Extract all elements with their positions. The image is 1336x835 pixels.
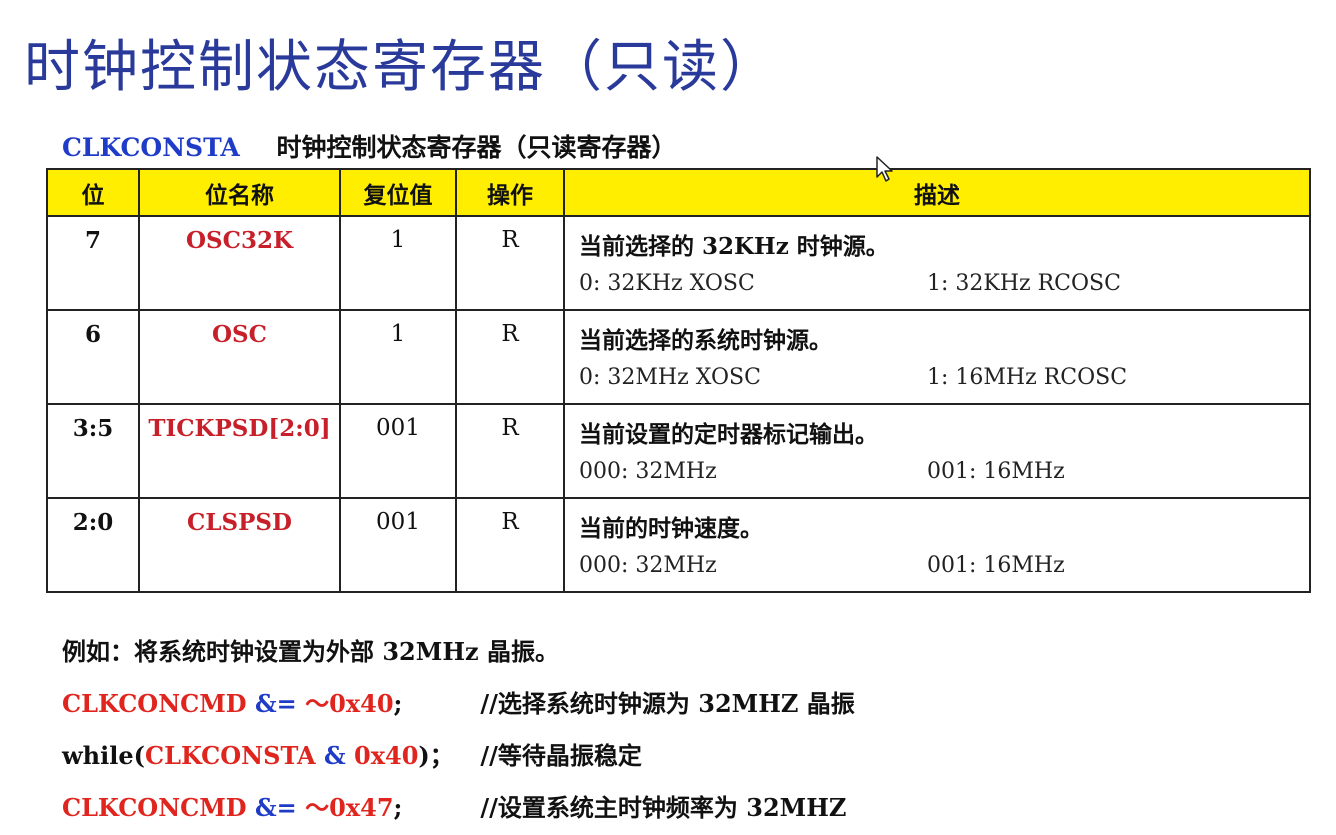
code-terminator: )；: [418, 741, 454, 770]
code-value: ～0x40: [305, 689, 394, 718]
code-register: CLKCONSTA: [144, 741, 316, 770]
cell-reset: 001: [339, 403, 457, 499]
code-line-1: CLKCONCMD &= ～0x40; //选择系统时钟源为 32MHZ 晶振: [62, 684, 855, 719]
page-title: 时钟控制状态寄存器（只读）: [24, 35, 778, 100]
header-reset: 复位值: [339, 168, 457, 217]
cell-desc: 当前选择的系统时钟源。 0: 32MHz XOSC 1: 16MHz RCOSC: [563, 309, 1311, 405]
table-row: 7 OSC32K 1 R 当前选择的 32KHz 时钟源。 0: 32KHz X…: [46, 215, 1311, 311]
cell-name: OSC: [138, 309, 341, 405]
code-comment: //选择系统时钟源为 32MHZ 晶振: [480, 689, 855, 718]
register-caption: CLKCONSTA 时钟控制状态寄存器（只读寄存器）: [62, 128, 676, 164]
register-table: 位 位名称 复位值 操作 描述 7 OSC32K 1 R 当前选择的 32KHz…: [46, 168, 1311, 593]
desc-option-1: 1: 16MHz RCOSC: [927, 365, 1128, 390]
desc-text: 当前设置的定时器标记输出。: [579, 421, 878, 448]
cell-desc: 当前的时钟速度。 000: 32MHz 001: 16MHz: [563, 497, 1311, 593]
cell-name: TICKPSD[2:0]: [138, 403, 341, 499]
table-row: 6 OSC 1 R 当前选择的系统时钟源。 0: 32MHz XOSC 1: 1…: [46, 309, 1311, 405]
desc-text: 当前选择的系统时钟源。: [579, 327, 832, 354]
register-name: CLKCONSTA: [62, 133, 240, 162]
desc-option-1: 001: 16MHz: [927, 553, 1065, 578]
desc-option-0: 0: 32KHz XOSC: [579, 271, 755, 296]
code-terminator: ;: [393, 793, 403, 822]
desc-option-0: 0: 32MHz XOSC: [579, 365, 761, 390]
cell-op: R: [455, 403, 565, 499]
header-bit: 位: [46, 168, 140, 217]
desc-option-1: 1: 32KHz RCOSC: [927, 271, 1121, 296]
code-comment: //设置系统主时钟频率为 32MHZ: [480, 793, 847, 822]
code-operator: &=: [246, 793, 306, 822]
mouse-cursor-icon: [876, 156, 893, 182]
code-operator: &: [315, 741, 354, 770]
code-keyword: while(: [62, 741, 145, 770]
table-row: 3:5 TICKPSD[2:0] 001 R 当前设置的定时器标记输出。 000…: [46, 403, 1311, 499]
cell-reset: 001: [339, 497, 457, 593]
header-op: 操作: [455, 168, 565, 217]
table-header-row: 位 位名称 复位值 操作 描述: [46, 168, 1311, 217]
example-intro: 例如：将系统时钟设置为外部 32MHz 晶振。: [62, 637, 559, 666]
code-line-3: CLKCONCMD &= ～0x47; //设置系统主时钟频率为 32MHZ: [62, 788, 846, 823]
cell-name: CLSPSD: [138, 497, 341, 593]
cell-bit: 2:0: [46, 497, 140, 593]
desc-option-0: 000: 32MHz: [579, 459, 717, 484]
code-register: CLKCONCMD: [62, 689, 247, 718]
code-comment: //等待晶振稳定: [480, 741, 642, 770]
cell-bit: 3:5: [46, 403, 140, 499]
table-row: 2:0 CLSPSD 001 R 当前的时钟速度。 000: 32MHz 001…: [46, 497, 1311, 593]
desc-text: 当前选择的 32KHz 时钟源。: [579, 233, 889, 260]
code-operator: &=: [246, 689, 306, 718]
cell-desc: 当前设置的定时器标记输出。 000: 32MHz 001: 16MHz: [563, 403, 1311, 499]
header-desc: 描述: [563, 168, 1311, 217]
register-description: 时钟控制状态寄存器（只读寄存器）: [276, 133, 677, 162]
cell-desc: 当前选择的 32KHz 时钟源。 0: 32KHz XOSC 1: 32KHz …: [563, 215, 1311, 311]
cell-reset: 1: [339, 215, 457, 311]
code-line-2: while(CLKCONSTA & 0x40)； //等待晶振稳定: [62, 736, 642, 771]
cell-bit: 6: [46, 309, 140, 405]
code-register: CLKCONCMD: [62, 793, 247, 822]
cell-op: R: [455, 309, 565, 405]
desc-option-0: 000: 32MHz: [579, 553, 717, 578]
header-name: 位名称: [138, 168, 341, 217]
code-value: 0x40: [354, 741, 419, 770]
desc-text: 当前的时钟速度。: [579, 515, 763, 542]
desc-option-1: 001: 16MHz: [927, 459, 1065, 484]
code-value: ～0x47: [305, 793, 394, 822]
cell-bit: 7: [46, 215, 140, 311]
cell-op: R: [455, 215, 565, 311]
cell-reset: 1: [339, 309, 457, 405]
cell-op: R: [455, 497, 565, 593]
code-terminator: ;: [393, 689, 403, 718]
cell-name: OSC32K: [138, 215, 341, 311]
